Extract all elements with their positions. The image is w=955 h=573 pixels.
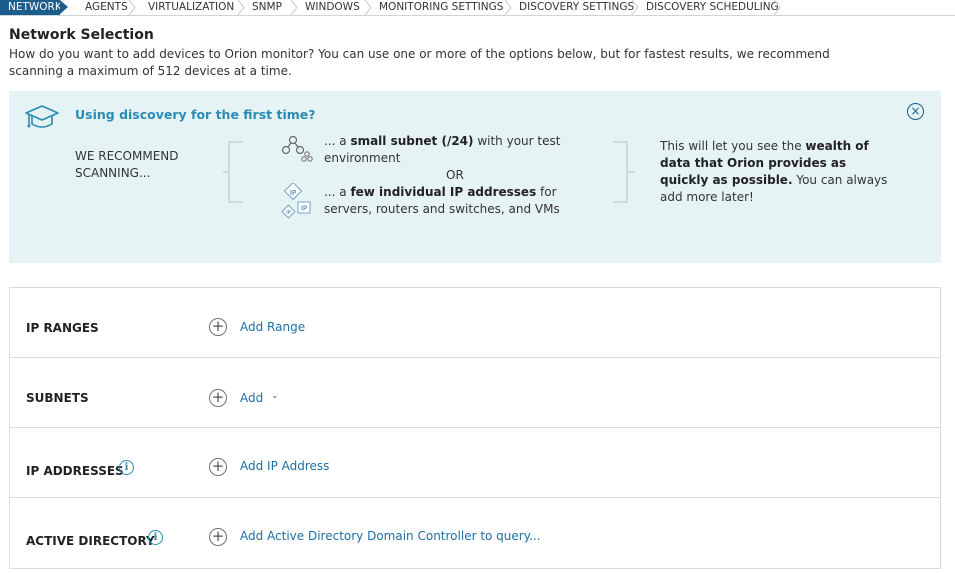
step-separator [504,0,512,15]
section-ip-addresses: IP ADDRESSES i + Add IP Address [10,428,940,498]
info-icon[interactable]: i [148,530,163,545]
section-label: SUBNETS [26,391,89,405]
panel-title: Using discovery for the first time? [75,107,316,122]
chevron-down-icon[interactable]: ⌄ [271,391,279,401]
section-ip-ranges: IP RANGES + Add Range [10,288,940,358]
benefit-text: This will let you see the wealth of data… [660,139,888,204]
step-separator [631,0,639,15]
section-subnets: SUBNETS + Add ⌄ [10,358,940,428]
step-separator [128,0,136,15]
right-bracket [613,141,635,207]
wizard-breadcrumb: NETWORK AGENTS VIRTUALIZATION SNMP WINDO… [0,0,955,16]
step-separator [237,0,245,15]
network-sections: IP RANGES + Add Range SUBNETS + Add ⌄ IP… [9,287,941,569]
svg-text:IP: IP [301,205,307,213]
add-ip-address-link[interactable]: Add IP Address [240,459,329,473]
step-windows[interactable]: WINDOWS [305,0,360,15]
section-label: IP RANGES [26,321,99,335]
svg-text:IP: IP [290,189,296,197]
step-discovery-settings[interactable]: DISCOVERY SETTINGS [519,0,634,15]
add-range-plus-icon[interactable]: + [209,318,227,336]
section-label: IP ADDRESSES [26,464,124,478]
option-small-subnet: ... a small subnet (/24) with your test … [324,134,561,165]
add-ad-plus-icon[interactable]: + [209,528,227,546]
step-virtualization[interactable]: VIRTUALIZATION [148,0,234,15]
graduation-cap-icon [24,103,60,137]
or-label: OR [446,168,464,182]
step-separator [290,0,298,15]
close-icon[interactable]: × [907,103,924,120]
step-separator [773,0,781,15]
step-snmp[interactable]: SNMP [252,0,282,15]
step-discovery-scheduling[interactable]: DISCOVERY SCHEDULING [646,0,779,15]
step-monitoring-settings[interactable]: MONITORING SETTINGS [379,0,503,15]
subnet-icon [281,134,315,166]
section-label: ACTIVE DIRECTORY [26,534,155,548]
add-subnet-plus-icon[interactable]: + [209,389,227,407]
add-ip-plus-icon[interactable]: + [209,458,227,476]
step-agents[interactable]: AGENTS [85,0,128,15]
add-active-directory-link[interactable]: Add Active Directory Domain Controller t… [240,529,541,543]
section-active-directory: ACTIVE DIRECTORY i + Add Active Director… [10,498,940,568]
option-individual-ips: ... a few individual IP addresses for se… [324,185,560,216]
step-separator [364,0,372,15]
add-subnet-link[interactable]: Add [240,391,263,405]
svg-text:IP: IP [286,210,291,216]
info-icon[interactable]: i [119,460,134,475]
page-title: Network Selection [9,27,154,43]
left-bracket [223,141,243,207]
page-description: How do you want to add devices to Orion … [9,47,830,78]
add-range-link[interactable]: Add Range [240,320,305,334]
ip-address-icon: IP IP IP [281,181,315,227]
recommend-label: WE RECOMMEND SCANNING... [75,149,179,180]
first-time-info-panel: Using discovery for the first time? × WE… [9,91,941,263]
step-network[interactable]: NETWORK [0,0,68,15]
